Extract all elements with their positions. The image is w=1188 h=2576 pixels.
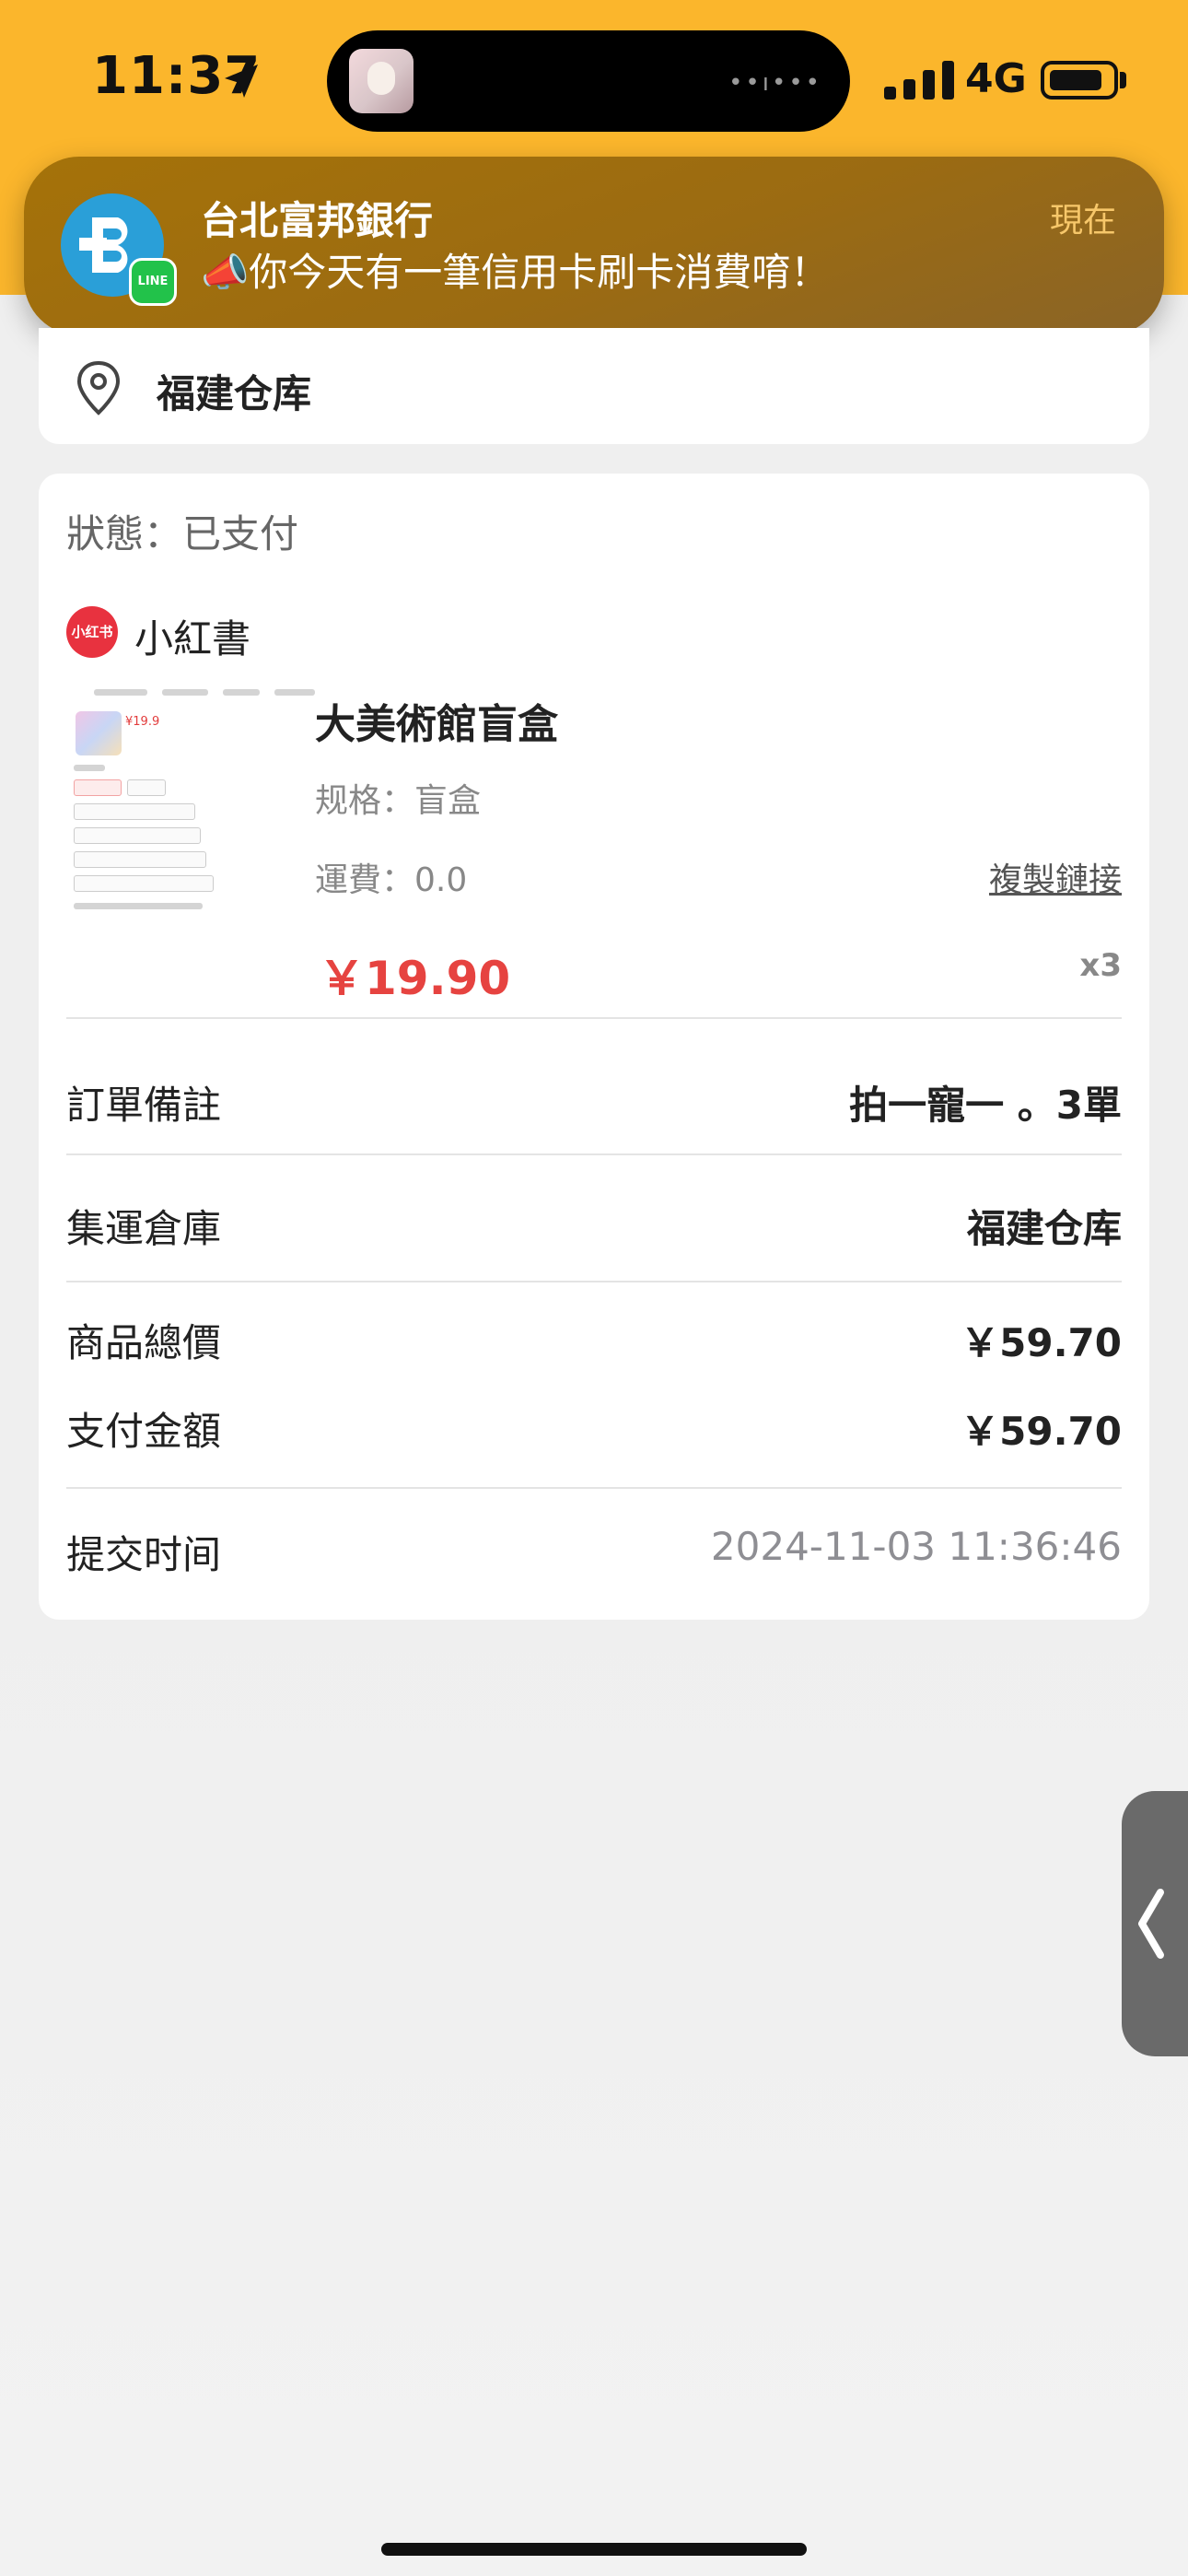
submit-time-label: 提交时间 — [66, 1532, 222, 1577]
product-quantity: x3 — [1079, 947, 1122, 984]
line-app-badge: LINE — [129, 258, 177, 306]
status-bar: 11:37 ••ı••• 4G — [0, 0, 1188, 166]
notification-title: 台北富邦銀行 — [201, 198, 434, 243]
battery-icon — [1041, 61, 1118, 100]
location-arrow-icon — [225, 64, 258, 98]
notification-banner[interactable]: LINE 台北富邦銀行 📣你今天有一筆信用卡刷卡消費唷！ 現在 — [24, 157, 1164, 335]
battery-tip — [1120, 72, 1126, 88]
address-name: 福建仓库 — [157, 371, 312, 416]
thumbnail-price: ¥19.9 — [125, 715, 160, 729]
dynamic-island[interactable]: ••ı••• — [327, 30, 850, 132]
order-note-value: 拍一寵一 。3單 — [849, 1083, 1122, 1128]
now-playing-thumbnail — [349, 49, 413, 113]
order-status: 狀態：已支付 — [66, 511, 299, 556]
submit-time-value: 2024-11-03 11:36:46 — [710, 1524, 1122, 1569]
product-thumbnail[interactable]: ¥19.9 — [66, 685, 322, 921]
signal-icon — [884, 61, 954, 100]
audio-waveform-icon: ••ı••• — [728, 69, 822, 97]
divider — [66, 1487, 1122, 1489]
page-background — [0, 1566, 1188, 2576]
shop-logo: 小红书 — [66, 606, 118, 658]
home-indicator[interactable] — [381, 2543, 807, 2556]
chevron-left-icon — [1138, 1889, 1164, 1959]
payment-amount-label: 支付金額 — [66, 1409, 222, 1454]
location-pin-icon — [76, 360, 121, 416]
notification-body: 📣你今天有一筆信用卡刷卡消費唷！ — [201, 250, 830, 295]
divider — [66, 1153, 1122, 1155]
warehouse-value: 福建仓库 — [966, 1206, 1122, 1251]
warehouse-label: 集運倉庫 — [66, 1206, 222, 1251]
copy-link-button[interactable]: 複製鏈接 — [989, 853, 1122, 901]
side-drawer-handle[interactable] — [1122, 1791, 1188, 2056]
goods-total-label: 商品總價 — [66, 1320, 222, 1365]
shop-name[interactable]: 小紅書 — [134, 608, 250, 664]
address-card[interactable]: 福建仓库 — [39, 328, 1149, 444]
product-title: 大美術館盲盒 — [315, 701, 558, 748]
divider — [66, 1281, 1122, 1282]
product-spec: 规格：盲盒 — [315, 782, 482, 820]
product-price: ￥19.90 — [319, 952, 511, 1005]
payment-amount-value: ￥59.70 — [961, 1409, 1122, 1454]
network-type: 4G — [965, 55, 1027, 102]
notification-time: 現在 — [1049, 202, 1116, 240]
divider — [66, 1017, 1122, 1019]
order-card: 狀態：已支付 小红书 小紅書 ¥19.9 大美術館盲盒 规格：盲盒 運費：0.0… — [39, 474, 1149, 1620]
shipping-fee: 運費：0.0 — [315, 861, 468, 899]
goods-total-value: ￥59.70 — [961, 1320, 1122, 1365]
order-note-label: 訂單備註 — [66, 1083, 222, 1128]
